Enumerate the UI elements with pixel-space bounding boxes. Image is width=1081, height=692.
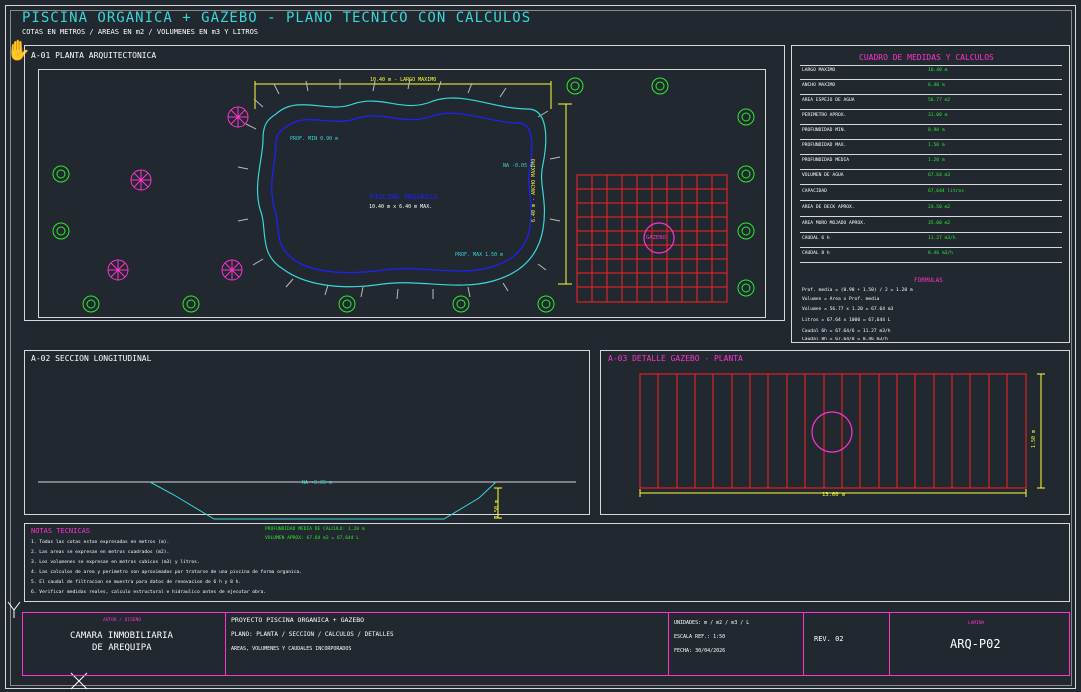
- title-block-divider: [225, 612, 226, 676]
- notes-title: NOTAS TECNICAS: [31, 527, 91, 535]
- calc-row-label: AREA MURO MOJADO APROX.: [802, 221, 866, 226]
- water-level-label: NA -0.05 m: [503, 163, 534, 169]
- gazebo-width: 13.60 m: [822, 492, 846, 498]
- dimension-lines: [254, 81, 572, 285]
- author-label: AUTOR / DISEÑO: [103, 618, 141, 623]
- calc-row-value: 35.00 m2: [928, 221, 951, 226]
- calc-row-value: 56.77 m2: [928, 98, 951, 103]
- calc-row-label: CAPACIDAD: [802, 189, 827, 194]
- calc-table-title: CUADRO DE MEDIDAS Y CALCULOS: [859, 53, 994, 62]
- calc-row-value: 8.46 m3/h: [928, 251, 953, 256]
- note-item: 1. Todas las cotas estan expresadas en m…: [31, 540, 170, 545]
- calc-row-label: AREA DE DECK APROX.: [802, 205, 855, 210]
- calc-row-label: VOLUMEN DE AGUA: [802, 173, 844, 178]
- calc-row-value: 67,644 litros: [928, 189, 964, 194]
- formula-line: Volumen = Area x Prof. media: [802, 297, 880, 302]
- calc-row-value: 67.64 m3: [928, 173, 951, 178]
- calc-row-label: ANCHO MAXIMO: [802, 83, 836, 88]
- calc-row-label: PROFUNDIDAD MIN.: [802, 128, 847, 133]
- calc-row-value: 31.00 m: [928, 113, 948, 118]
- calc-row-label: PERIMETRO APROX.: [802, 113, 847, 118]
- calc-row: VOLUMEN DE AGUA 67.64 m3: [800, 170, 1062, 185]
- calc-row: PERIMETRO APROX. 31.00 m: [800, 110, 1062, 125]
- calc-row: AREA ESPEJO DE AGUA 56.77 m2: [800, 95, 1062, 110]
- formulas-title: FORMULAS: [914, 277, 943, 284]
- formula-line: Prof. media = (0.90 + 1.50) / 2 = 1.20 m: [802, 288, 913, 293]
- note-item: 2. Las areas se expresan en metros cuadr…: [31, 550, 170, 555]
- calc-row: CAUDAL 8 h 8.46 m3/h: [800, 248, 1062, 263]
- revision: REV. 02: [814, 635, 844, 643]
- note-item: 6. Verificar medidas reales, calculo est…: [31, 590, 267, 595]
- gazebo-label: GAZEBO: [646, 235, 666, 241]
- prof-max-label: PROF. MAX 1.50 m: [455, 252, 504, 258]
- calc-row-value: 1.20 m: [928, 158, 945, 163]
- plan-scope: AREAS, VOLUMENES Y CAUDALES INCORPORADOS: [231, 646, 352, 652]
- calc-row: ANCHO MAXIMO 6.40 m: [800, 80, 1062, 95]
- calc-row-label: CAUDAL 6 h: [802, 236, 830, 241]
- title-block-divider: [803, 612, 804, 676]
- note-item: 5. El caudal de filtracion se muestra pa…: [31, 580, 242, 585]
- calc-row: PROFUNDIDAD MAX. 1.50 m: [800, 140, 1062, 155]
- dimension-length: 10.40 m - LARGO MAXIMO: [370, 77, 437, 83]
- section-water-level: NA -0.05 m: [302, 480, 333, 486]
- project-name: PROYECTO PISCINA ORGANICA + GAZEBO: [231, 616, 365, 624]
- company-line-2: DE AREQUIPA: [92, 643, 152, 653]
- calc-row: PROFUNDIDAD MEDIA 1.20 m: [800, 155, 1062, 170]
- title-block-divider: [668, 612, 669, 676]
- prof-min-label: PROF. MIN 0.90 m: [290, 136, 339, 142]
- notes-summary-2: VOLUMEN APROX: 67.64 m3 = 67,644 L: [265, 536, 360, 541]
- page-subtitle: COTAS EN METROS / AREAS EN m2 / VOLUMENE…: [22, 28, 259, 36]
- section-label: A-02 SECCION LONGITUDINAL: [31, 354, 152, 363]
- notes-summary-1: PROFUNDIDAD MEDIA DE CALCULO: 1.20 m: [265, 527, 365, 532]
- sheet-number: ARQ-P02: [950, 637, 1001, 651]
- calc-row-value: 11.27 m3/h: [928, 236, 956, 241]
- note-item: 3. Los volumenes se expresan en metros c…: [31, 560, 200, 565]
- calc-row: CAUDAL 6 h 11.27 m3/h: [800, 233, 1062, 248]
- gazebo-detail-drawing: [639, 373, 1045, 497]
- section-depth: 1.50 m: [494, 499, 500, 518]
- pool-dimensions: 10.40 m x 6.40 m MAX.: [369, 204, 433, 210]
- scale-info: ESCALA REF.: 1:50: [674, 634, 726, 640]
- ucs-axis-icon: [7, 601, 21, 618]
- formula-line: Volumen = 56.77 x 1.20 = 67.64 m3: [802, 307, 894, 312]
- plan-description: PLANO: PLANTA / SECCION / CALCULOS / DET…: [231, 631, 394, 638]
- calc-row-label: LARGO MAXIMO: [802, 68, 836, 73]
- page-title: PISCINA ORGANICA + GAZEBO - PLANO TECNIC…: [22, 10, 532, 26]
- note-item: 4. Las calculos de area y perimetro son …: [31, 570, 303, 575]
- calc-row-label: AREA ESPEJO DE AGUA: [802, 98, 855, 103]
- calc-row-label: PROFUNDIDAD MEDIA: [802, 158, 850, 163]
- calc-row-label: CAUDAL 8 h: [802, 251, 830, 256]
- sheet-label: LAMINA: [968, 621, 985, 626]
- calc-row-value: 24.50 m2: [928, 205, 951, 210]
- formula-line: Caudal 8h = 67.64/8 = 8.46 m3/h: [802, 337, 888, 342]
- ornamental-tree-icons: [107, 106, 249, 281]
- calc-row: PROFUNDIDAD MIN. 0.90 m: [800, 125, 1062, 140]
- formula-line: Caudal 6h = 67.64/6 = 11.27 m3/h: [802, 329, 891, 334]
- calc-row-value: 0.90 m: [928, 128, 945, 133]
- calc-row: CAPACIDAD 67,644 litros: [800, 186, 1062, 201]
- deck-ray-ticks: [237, 78, 561, 300]
- calc-row: AREA MURO MOJADO APROX. 35.00 m2: [800, 218, 1062, 233]
- units-info: UNIDADES: m / m2 / m3 / L: [674, 620, 750, 626]
- section-drawing: [38, 481, 576, 520]
- gazebo-height: 1.50 m: [1031, 429, 1037, 448]
- pool-name: PISCINA ORGANICA: [370, 193, 438, 201]
- date-info: FECHA: 30/04/2026: [674, 648, 726, 654]
- calc-row-value: 10.40 m: [928, 68, 948, 73]
- company-line-1: CAMARA INMOBILIARIA: [70, 631, 173, 641]
- formula-line: Litros = 67.64 x 1000 = 67,644 L: [802, 318, 891, 323]
- title-block-divider: [889, 612, 890, 676]
- calc-row: LARGO MAXIMO 10.40 m: [800, 65, 1062, 80]
- calc-row-value: 1.50 m: [928, 143, 945, 148]
- calc-row: AREA DE DECK APROX. 24.50 m2: [800, 202, 1062, 217]
- plan-label: A-01 PLANTA ARQUITECTONICA: [31, 51, 157, 60]
- calc-row-value: 6.40 m: [928, 83, 945, 88]
- title-block: [22, 612, 1070, 676]
- calc-row-label: PROFUNDIDAD MAX.: [802, 143, 847, 148]
